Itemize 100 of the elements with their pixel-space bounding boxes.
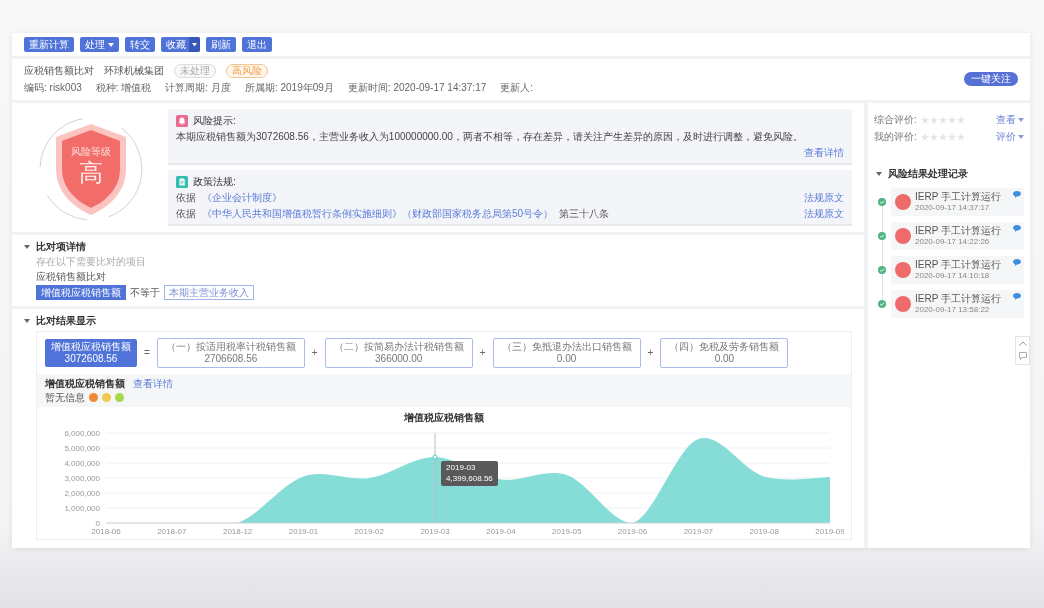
- compare-item-tag: 本期主营业务收入: [164, 285, 254, 300]
- section-title: 比对结果显示: [36, 314, 96, 327]
- star-icon: [947, 115, 956, 124]
- original-text-link[interactable]: 法规原文: [804, 207, 844, 220]
- section-title: 风险结果处理记录: [888, 167, 968, 180]
- comment-icon: [1013, 259, 1021, 266]
- risk-level-caption: 风险等级: [71, 145, 111, 158]
- meta-field: 更新时间: 2020-09-17 14:37:17: [347, 81, 487, 94]
- star-icon: [938, 132, 947, 141]
- section-title: 比对项详情: [36, 240, 86, 253]
- view-details-link[interactable]: 查看详情: [133, 377, 173, 390]
- check-circle-icon: [878, 300, 886, 308]
- caret-down-icon: [108, 42, 114, 47]
- company-name: 环球机械集团: [104, 64, 164, 78]
- x-axis-label: 2019-05: [552, 527, 582, 536]
- bell-icon: [176, 114, 188, 127]
- term-value: 366000.00: [375, 353, 423, 365]
- card-title: 风险提示:: [193, 114, 236, 127]
- x-axis-label: 2019-01: [288, 527, 319, 536]
- y-axis-label: 4,000,000: [64, 459, 100, 468]
- toolbar-button[interactable]: 转交: [125, 37, 155, 52]
- x-axis-label: 2019-04: [486, 527, 516, 536]
- x-axis-label: 2018-07: [157, 527, 187, 536]
- toolbar-button[interactable]: 退出: [242, 37, 272, 52]
- formula-operator: +: [647, 347, 654, 359]
- compare-item-tag: 增值税应税销售额: [36, 285, 126, 300]
- comment-icon: [1013, 191, 1021, 198]
- x-axis-label: 2018-12: [222, 527, 253, 536]
- clause-text: 第三十八条: [559, 207, 610, 220]
- x-axis-label: 2019-02: [354, 527, 384, 536]
- chart-title: 增值税应税销售额: [404, 412, 484, 423]
- x-axis-label: 2019-06: [617, 527, 648, 536]
- data-point: [432, 454, 438, 460]
- toolbar-button[interactable]: 重新计算: [24, 37, 74, 52]
- y-axis-label: 2,000,000: [64, 489, 100, 498]
- term-label: （三）免抵退办法出口销售额: [501, 341, 632, 353]
- follow-button[interactable]: 一键关注: [964, 72, 1018, 86]
- original-text-link[interactable]: 法规原文: [804, 191, 844, 204]
- hint-text: 存在以下需要比对的项目: [36, 255, 146, 268]
- comment-icon: [1013, 225, 1021, 232]
- meta-field: 税种: 增值税: [95, 81, 152, 94]
- term-value: 2706608.56: [204, 353, 258, 365]
- star-icon: [920, 115, 929, 124]
- formula-operator: +: [479, 347, 486, 359]
- check-circle-icon: [878, 266, 886, 274]
- term-label: （四）免税及劳务销售额: [669, 341, 780, 353]
- x-axis-label: 2019-07: [683, 527, 714, 536]
- log-entry-time: 2020-09-17 14:10:18: [915, 271, 990, 281]
- toolbar-button[interactable]: 刷新: [206, 37, 236, 52]
- caret-down-icon: [1018, 134, 1024, 139]
- rating-label: 我的评价:: [874, 129, 917, 144]
- formula-operator: +: [311, 347, 318, 359]
- caret-down-icon: [189, 37, 200, 52]
- message-icon[interactable]: [1018, 352, 1027, 360]
- risk-level: 高: [79, 159, 103, 186]
- log-entry-title: IERP 手工计算运行: [915, 259, 1001, 271]
- y-axis-label: 6,000,000: [64, 429, 100, 438]
- comparison-operator: 不等于: [130, 286, 160, 299]
- tooltip-title: 2019-03: [446, 463, 477, 473]
- card-title: 政策法规:: [193, 175, 236, 188]
- term-value: 3072608.56: [64, 353, 118, 365]
- document-icon: [176, 175, 188, 188]
- rating-label: 综合评价:: [874, 112, 917, 127]
- rating-action[interactable]: 查看: [996, 112, 1024, 127]
- x-axis-label: 2019-08: [749, 527, 779, 536]
- formula-operator: =: [144, 347, 150, 359]
- x-axis-label: 2018-06: [91, 527, 121, 536]
- avatar-icon: [895, 262, 911, 278]
- star-icon: [938, 115, 947, 124]
- toolbar-button[interactable]: 处理: [80, 37, 119, 52]
- chevron-up-icon[interactable]: [1018, 341, 1027, 346]
- basis-label: 依据: [176, 191, 196, 204]
- check-circle-icon: [878, 232, 886, 240]
- risk-tip-text: 本期应税销售额为3072608.56，主营业务收入为100000000.00，两者不相等，存在差异，请关注产生差异的原因，及时进行调整，避免风险。: [176, 130, 803, 143]
- view-details-link[interactable]: 查看详情: [804, 146, 844, 159]
- term-label: （一）按适用税率计税销售额: [165, 341, 296, 353]
- regulation-link[interactable]: 《企业会计制度》: [202, 191, 282, 204]
- rating-action[interactable]: 评价: [996, 129, 1024, 144]
- caret-down-icon: [24, 318, 30, 323]
- comparison-name: 应税销售额比对: [36, 270, 106, 283]
- star-icon: [947, 132, 956, 141]
- regulation-link[interactable]: 《中华人民共和国增值税暂行条例实施细则》（财政部国家税务总局第50号令）: [202, 207, 554, 220]
- meta-field: 计算周期: 月度: [165, 81, 231, 94]
- avatar-icon: [895, 194, 911, 210]
- comment-icon: [1013, 293, 1021, 300]
- tooltip-value: 4,399,608.56: [446, 474, 493, 484]
- term-value: 0.00: [714, 353, 735, 365]
- avatar-icon: [895, 228, 911, 244]
- y-axis-label: 0: [95, 519, 100, 528]
- meta-field: 更新人:: [500, 81, 534, 94]
- meta-field: 所属期: 2019年09月: [244, 81, 334, 94]
- term-value: 0.00: [556, 353, 577, 365]
- star-icon: [929, 132, 938, 141]
- log-entry-time: 2020-09-17 14:22:26: [915, 237, 990, 247]
- log-entry-title: IERP 手工计算运行: [915, 191, 1001, 203]
- note-text: 暂无信息: [45, 391, 85, 404]
- term-label: （二）按简易办法计税销售额: [333, 341, 464, 353]
- toolbar-button[interactable]: 收藏: [161, 37, 200, 52]
- y-axis-label: 3,000,000: [64, 474, 100, 483]
- log-entry-title: IERP 手工计算运行: [915, 225, 1001, 237]
